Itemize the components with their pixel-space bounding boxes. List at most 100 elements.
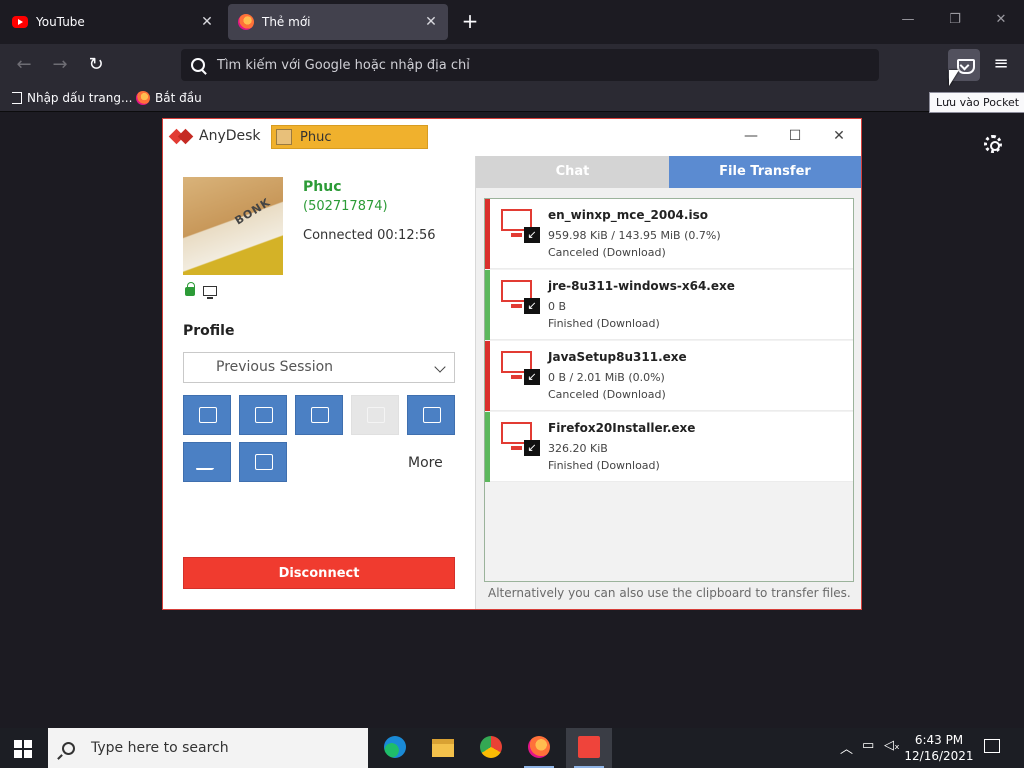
edge-app[interactable] <box>372 728 418 768</box>
minimize-icon[interactable]: — <box>898 12 918 27</box>
notification-icon[interactable] <box>984 739 1000 753</box>
pen-icon <box>195 454 221 470</box>
tab-title: Thẻ mới <box>262 15 311 29</box>
file-name: Firefox20Installer.exe <box>548 421 696 435</box>
windows-start-icon[interactable] <box>14 740 32 758</box>
anydesk-title-bar: AnyDesk Phuc — ☐ ✕ <box>163 119 861 156</box>
taskbar-search-box[interactable]: Type here to search <box>48 728 368 768</box>
folder-icon <box>432 739 454 757</box>
close-tab-icon[interactable]: ✕ <box>420 14 442 30</box>
search-icon <box>62 741 75 755</box>
anydesk-icon <box>578 736 600 758</box>
chrome-icon <box>480 736 502 758</box>
maximize-icon[interactable]: ☐ <box>785 128 805 144</box>
back-arrow-icon[interactable]: ← <box>12 53 36 77</box>
close-icon[interactable]: ✕ <box>829 128 849 144</box>
mouse-cursor-icon <box>949 70 959 100</box>
download-icon: ↙ <box>524 298 540 314</box>
file-name: JavaSetup8u311.exe <box>548 350 687 364</box>
list-item[interactable]: ↙ Firefox20Installer.exe 326.20 KiB Fini… <box>485 412 853 482</box>
disconnect-button[interactable]: Disconnect <box>183 557 455 589</box>
chevron-up-icon[interactable]: ︿ <box>840 738 853 757</box>
taskbar-search-placeholder: Type here to search <box>91 740 229 756</box>
tab-youtube[interactable]: YouTube ✕ <box>2 4 224 40</box>
file-explorer-app[interactable] <box>420 728 466 768</box>
list-item[interactable]: ↙ jre-8u311-windows-x64.exe 0 B Finished… <box>485 270 853 340</box>
tab-file-transfer[interactable]: File Transfer <box>669 156 861 188</box>
keyboard-mouse-button[interactable] <box>183 395 231 435</box>
bookmark-getting-started[interactable]: Bắt đầu <box>136 91 202 105</box>
file-size: 326.20 KiB <box>548 442 608 455</box>
peer-name: Phuc <box>303 179 342 195</box>
address-bar-placeholder: Tìm kiếm với Google hoặc nhập địa chỉ <box>217 57 470 73</box>
pocket-tooltip: Lưu vào Pocket <box>929 92 1024 113</box>
firefox-icon <box>238 14 254 30</box>
system-clock[interactable]: 6:43 PM 12/16/2021 <box>904 732 974 764</box>
firefox-icon <box>136 91 150 105</box>
restore-icon[interactable]: ❐ <box>945 12 965 27</box>
session-tab[interactable]: Phuc <box>271 125 428 149</box>
edge-icon <box>384 736 406 758</box>
import-icon <box>12 92 22 104</box>
firefox-app[interactable] <box>516 728 562 768</box>
file-size: 0 B / 2.01 MiB (0.0%) <box>548 371 665 384</box>
firefox-icon <box>528 736 550 758</box>
transfer-state-bar <box>485 412 490 482</box>
more-button[interactable]: More <box>408 455 443 471</box>
lock-icon <box>185 282 195 296</box>
draw-button[interactable] <box>183 442 231 482</box>
file-name: en_winxp_mce_2004.iso <box>548 208 708 222</box>
file-size: 0 B <box>548 300 567 313</box>
tab-title: YouTube <box>36 15 85 29</box>
speaker-muted-icon[interactable]: ◁ₓ <box>884 738 900 753</box>
gear-icon[interactable] <box>984 135 1002 153</box>
anydesk-logo-icon <box>168 128 194 145</box>
avatar: BONK <box>183 177 283 275</box>
file-name: jre-8u311-windows-x64.exe <box>548 279 735 293</box>
monitor-icon <box>203 286 217 299</box>
bookmark-label: Bắt đầu <box>155 91 202 105</box>
forward-arrow-icon[interactable]: → <box>48 53 72 77</box>
tab-new-tab[interactable]: Thẻ mới ✕ <box>228 4 448 40</box>
close-tab-icon[interactable]: ✕ <box>196 14 218 30</box>
screen-off-icon <box>255 454 273 470</box>
clipboard-button[interactable] <box>295 395 343 435</box>
navigation-toolbar: ← → ↻ Tìm kiếm với Google hoặc nhập địa … <box>0 44 1024 86</box>
keyboard-icon <box>199 407 217 423</box>
address-bar[interactable]: Tìm kiếm với Google hoặc nhập địa chỉ <box>181 49 879 81</box>
audio-button[interactable] <box>351 395 399 435</box>
peer-id: (502717874) <box>303 199 388 214</box>
transfer-status: Canceled (Download) <box>548 388 666 401</box>
transfer-state-bar <box>485 270 490 340</box>
file-size: 959.98 KiB / 143.95 MiB (0.7%) <box>548 229 721 242</box>
download-icon: ↙ <box>524 227 540 243</box>
record-button[interactable] <box>407 395 455 435</box>
reload-icon[interactable]: ↻ <box>84 53 108 77</box>
list-item[interactable]: ↙ en_winxp_mce_2004.iso 959.98 KiB / 143… <box>485 199 853 269</box>
transfer-panel: Chat File Transfer ↙ en_winxp_mce_2004.i… <box>476 156 861 609</box>
transfer-status: Finished (Download) <box>548 317 660 330</box>
clock-date: 12/16/2021 <box>904 749 974 763</box>
chrome-app[interactable] <box>468 728 514 768</box>
network-icon[interactable]: ▭ <box>862 738 874 753</box>
app-name: AnyDesk <box>199 128 261 144</box>
download-icon: ↙ <box>524 440 540 456</box>
profile-dropdown[interactable]: Previous Session <box>183 352 455 383</box>
audio-icon <box>367 407 385 423</box>
send-file-button[interactable] <box>239 395 287 435</box>
transfer-state-bar <box>485 341 490 411</box>
close-window-icon[interactable]: ✕ <box>991 12 1011 27</box>
list-item[interactable]: ↙ JavaSetup8u311.exe 0 B / 2.01 MiB (0.0… <box>485 341 853 411</box>
anydesk-app[interactable] <box>566 728 612 768</box>
tab-chat[interactable]: Chat <box>476 156 669 188</box>
bookmarks-toolbar: Nhập dấu trang... Bắt đầu <box>0 86 1024 112</box>
avatar-text: BONK <box>232 195 273 228</box>
chevron-down-icon <box>434 361 446 373</box>
hamburger-menu-icon[interactable]: ≡ <box>990 53 1012 77</box>
bookmark-import[interactable]: Nhập dấu trang... <box>12 91 132 105</box>
new-tab-button[interactable]: + <box>458 10 482 34</box>
minimize-icon[interactable]: — <box>741 128 761 144</box>
profile-dropdown-value: Previous Session <box>216 359 334 375</box>
avatar-icon <box>276 129 292 145</box>
block-display-button[interactable] <box>239 442 287 482</box>
